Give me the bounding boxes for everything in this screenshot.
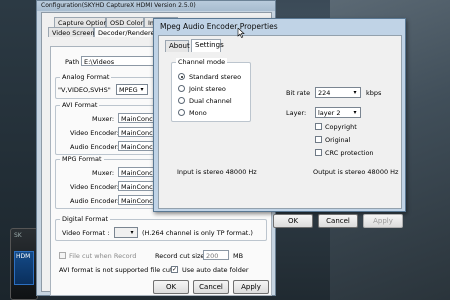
dialog-ok-button[interactable]: OK (273, 214, 313, 228)
standard-stereo-label: Standard stereo (189, 73, 242, 81)
layer-select[interactable]: layer 2 ▾ (315, 107, 361, 118)
mouse-cursor-icon (237, 28, 245, 38)
dialog-body: About Settings Channel mode Standard ste… (158, 35, 403, 228)
copyright-label: Copyright (325, 123, 357, 131)
avi-audio-encoder-label: Audio Encoder: (70, 143, 120, 151)
tab-decoder-renderer[interactable]: Decoder/Renderer (94, 27, 157, 37)
mpg-format-title: MPG Format (60, 155, 104, 163)
mpg-muxer-label: Muxer: (92, 169, 115, 177)
bit-rate-unit: kbps (366, 89, 382, 97)
dialog-cancel-button[interactable]: Cancel (318, 214, 358, 228)
original-label: Original (325, 136, 351, 144)
input-format-text: Input is stereo 48000 Hz (177, 168, 257, 176)
bit-rate-select[interactable]: 224 ▾ (315, 87, 361, 98)
file-cut-checkbox[interactable] (59, 252, 66, 259)
main-ok-button[interactable]: OK (153, 280, 189, 294)
joint-stereo-label: Joint stereo (189, 85, 226, 93)
output-format-text: Output is stereo 48000 Hz (313, 168, 399, 176)
device-screen: HDM (14, 251, 34, 285)
bit-rate-value: 224 (318, 89, 331, 97)
avi-muxer-label: Muxer: (92, 115, 115, 123)
mpg-audio-encoder-label: Audio Encoder: (70, 197, 120, 205)
digital-video-format-select[interactable]: ▾ (114, 227, 138, 238)
digital-format-note: (H.264 channel is only TP format.) (142, 229, 253, 237)
avi-file-cut-note: AVI format is not supported file cut (59, 266, 173, 274)
channel-mode-title: Channel mode (176, 58, 228, 66)
channel-mode-group: Channel mode Standard stereo Joint stere… (171, 58, 251, 122)
radio-mono[interactable] (178, 109, 185, 116)
chevron-down-icon: ▾ (353, 109, 357, 116)
tab-about[interactable]: About (165, 40, 190, 52)
copyright-checkbox[interactable] (315, 123, 322, 130)
crc-protection-label: CRC protection (325, 149, 374, 157)
chevron-down-icon: ▾ (140, 86, 144, 93)
layer-value: layer 2 (318, 109, 341, 117)
crc-protection-checkbox[interactable] (315, 149, 322, 156)
main-apply-button[interactable]: Apply (233, 280, 269, 294)
digital-format-title: Digital Format (60, 215, 111, 223)
mpeg-audio-encoder-dialog: Mpeg Audio Encoder Properties About Sett… (153, 18, 406, 228)
file-cut-label: File cut when Record (69, 252, 137, 260)
capture-device-widget[interactable]: SK HDM (10, 228, 38, 300)
auto-date-folder-label: Use auto date folder (182, 266, 249, 274)
radio-dual-channel[interactable] (178, 97, 185, 104)
tab-settings[interactable]: Settings (191, 39, 224, 52)
configuration-window-title: Configuration(SKYHD CaptureX HDMI Versio… (37, 1, 275, 11)
record-cut-size-field[interactable]: 200 (203, 250, 229, 260)
original-checkbox[interactable] (315, 136, 322, 143)
dialog-apply-button[interactable]: Apply (363, 214, 403, 228)
digital-video-format-label: Video Format : (62, 229, 110, 237)
digital-format-group: Digital Format Video Format : ▾ (H.264 c… (55, 215, 267, 241)
avi-format-title: AVI Format (60, 101, 100, 109)
analog-format-value: MPEG (119, 86, 138, 94)
record-cut-size-unit: MB (233, 252, 244, 260)
dual-channel-label: Dual channel (189, 97, 232, 105)
record-cut-size-label: Record cut size (155, 252, 205, 260)
path-label: Path (65, 58, 80, 66)
layer-label: Layer: (286, 109, 307, 117)
device-brand: SK (14, 232, 22, 239)
avi-video-encoder-label: Video Encoder: (70, 129, 119, 137)
analog-format-title: Analog Format (60, 73, 112, 81)
main-cancel-button[interactable]: Cancel (193, 280, 229, 294)
tab-video-screen[interactable]: Video Screen (48, 27, 95, 37)
dialog-title: Mpeg Audio Encoder Properties (160, 22, 278, 31)
analog-source-label: "V,VIDEO,SVHS" (58, 86, 111, 94)
analog-format-select[interactable]: MPEG ▾ (116, 84, 148, 95)
mpg-video-encoder-label: Video Encoder: (70, 183, 119, 191)
chevron-down-icon: ▾ (130, 229, 134, 236)
chevron-down-icon: ▾ (353, 89, 357, 96)
tab-osd-color[interactable]: OSD Color (106, 17, 144, 27)
radio-joint-stereo[interactable] (178, 85, 185, 92)
mono-label: Mono (189, 109, 207, 117)
radio-standard-stereo[interactable] (178, 73, 185, 80)
bit-rate-label: Bit rate (286, 89, 311, 97)
tab-capture-option[interactable]: Capture Option (54, 17, 108, 27)
auto-date-folder-checkbox[interactable]: ✓ (171, 266, 178, 273)
